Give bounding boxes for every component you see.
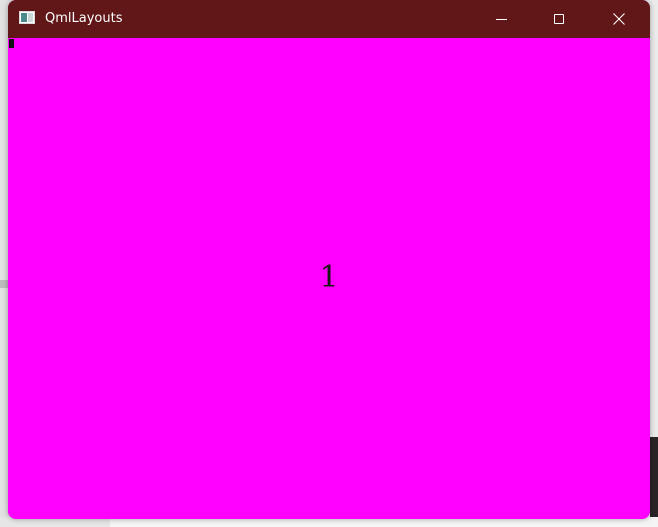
- qt-app-icon[interactable]: [19, 11, 35, 24]
- close-button[interactable]: [596, 0, 642, 38]
- maximize-button[interactable]: [536, 0, 582, 38]
- close-icon: [613, 13, 625, 25]
- desktop-background-right-dark: [650, 437, 658, 517]
- center-label: 1: [319, 260, 339, 295]
- minimize-icon: [495, 18, 507, 20]
- focus-marker: [9, 39, 14, 48]
- app-window: QmlLayouts 1: [8, 0, 650, 519]
- minimize-button[interactable]: [478, 0, 524, 38]
- title-bar[interactable]: QmlLayouts: [8, 0, 650, 38]
- window-title: QmlLayouts: [45, 11, 123, 26]
- content-area: 1: [8, 38, 650, 519]
- maximize-icon: [554, 14, 564, 24]
